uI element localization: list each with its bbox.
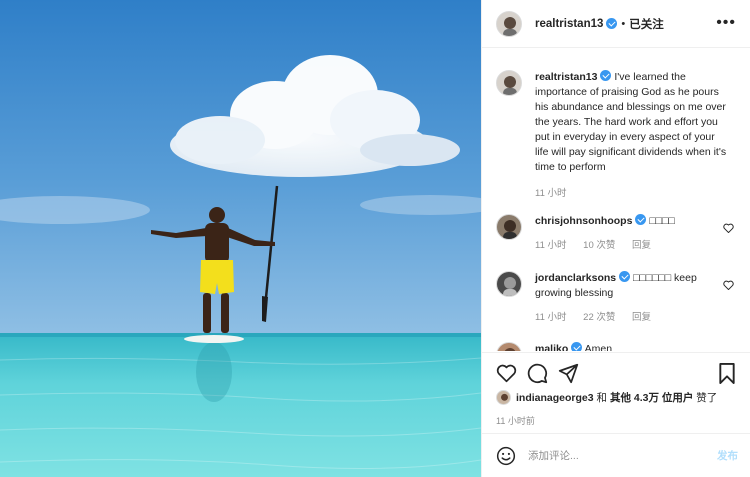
likes-connector: 和	[593, 392, 610, 404]
comment-box: 添加评论... 发布	[482, 433, 750, 477]
comment-username[interactable]: maliko	[535, 343, 568, 351]
caption-username[interactable]: realtristan13	[535, 71, 597, 83]
avatar-icon[interactable]	[496, 10, 522, 37]
smiley-icon[interactable]	[496, 446, 516, 466]
comment-text-block: maliko Amen	[535, 342, 730, 351]
post-photo[interactable]	[0, 0, 481, 477]
instagram-post-viewer: realtristan13 • 已关注 ••• realtristan13 I'…	[0, 0, 750, 477]
post-side-panel: realtristan13 • 已关注 ••• realtristan13 I'…	[481, 0, 750, 477]
liker-avatar-icon[interactable]	[496, 390, 511, 405]
comment-username[interactable]: jordanclarksons	[535, 272, 616, 284]
caption-text: I've learned the importance of praising …	[535, 71, 727, 173]
likes-suffix: 赞了	[693, 392, 718, 404]
post-header: realtristan13 • 已关注 •••	[482, 0, 750, 48]
heart-icon[interactable]	[496, 363, 517, 383]
comment-reply-button[interactable]: 回复	[632, 240, 651, 251]
post-actions: indianageorge3 和 其他 4.3万 位用户 赞了 11 小时前	[482, 352, 750, 432]
verified-badge-icon	[635, 214, 647, 225]
caption-avatar-icon[interactable]	[496, 70, 522, 96]
comment-like-count[interactable]: 22 次赞	[583, 312, 615, 323]
action-icons-row	[496, 363, 736, 385]
commenter-avatar-icon[interactable]	[496, 271, 522, 297]
heart-outline-icon[interactable]	[723, 223, 734, 233]
commenter-avatar-icon[interactable]	[496, 342, 522, 351]
caption-time: 11 小时	[535, 188, 567, 199]
comment-item: maliko Amen	[496, 342, 742, 351]
follow-status-button[interactable]: 已关注	[629, 16, 664, 32]
comment-username[interactable]: chrisjohnsonhoops	[535, 215, 632, 227]
separator-dot: •	[621, 17, 626, 30]
comment-text-block: chrisjohnsonhoops □□□□	[535, 214, 730, 229]
post-time[interactable]: 11 小时前	[496, 414, 535, 427]
heart-outline-icon[interactable]	[723, 280, 734, 290]
comment-text-block: jordanclarksons □□□□□□ keep growing bles…	[535, 271, 730, 301]
verified-badge-icon	[619, 271, 631, 282]
comment-reply-button[interactable]: 回复	[632, 312, 651, 323]
comment-input[interactable]: 添加评论...	[528, 448, 579, 463]
photo-scene	[0, 0, 481, 477]
comment-text: Amen	[584, 343, 613, 351]
comment-like-count[interactable]: 10 次赞	[583, 240, 615, 251]
comment-time: 11 小时	[535, 240, 567, 251]
comment-meta: 11 小时 10 次赞 回复	[535, 238, 730, 253]
caption-meta: 11 小时	[535, 186, 730, 201]
liker-username[interactable]: indianageorge3	[516, 392, 594, 404]
comment-meta: 11 小时 22 次赞 回复	[535, 310, 730, 325]
comments-list[interactable]: realtristan13 I've learned the importanc…	[482, 58, 750, 351]
caption: realtristan13 I've learned the importanc…	[496, 70, 742, 201]
comment-time: 11 小时	[535, 312, 567, 323]
more-options-icon[interactable]: •••	[716, 14, 736, 32]
comment-item: jordanclarksons □□□□□□ keep growing bles…	[496, 271, 742, 325]
verified-badge-icon	[606, 18, 618, 29]
verified-badge-icon	[600, 70, 612, 81]
comment-text: □□□□	[649, 215, 675, 227]
comment-item: chrisjohnsonhoops □□□□ 11 小时 10 次赞 回复	[496, 214, 742, 253]
post-comment-button[interactable]: 发布	[717, 448, 738, 463]
verified-badge-icon	[571, 342, 583, 351]
commenter-avatar-icon[interactable]	[496, 214, 522, 240]
likes-summary: indianageorge3 和 其他 4.3万 位用户 赞了	[496, 390, 717, 405]
header-username[interactable]: realtristan13	[535, 18, 603, 30]
likes-others-count[interactable]: 其他 4.3万 位用户	[610, 390, 693, 405]
paper-plane-icon[interactable]	[558, 363, 579, 384]
bookmark-icon[interactable]	[718, 363, 736, 384]
comment-bubble-icon[interactable]	[527, 363, 548, 384]
caption-text-block: realtristan13 I've learned the importanc…	[535, 70, 730, 175]
